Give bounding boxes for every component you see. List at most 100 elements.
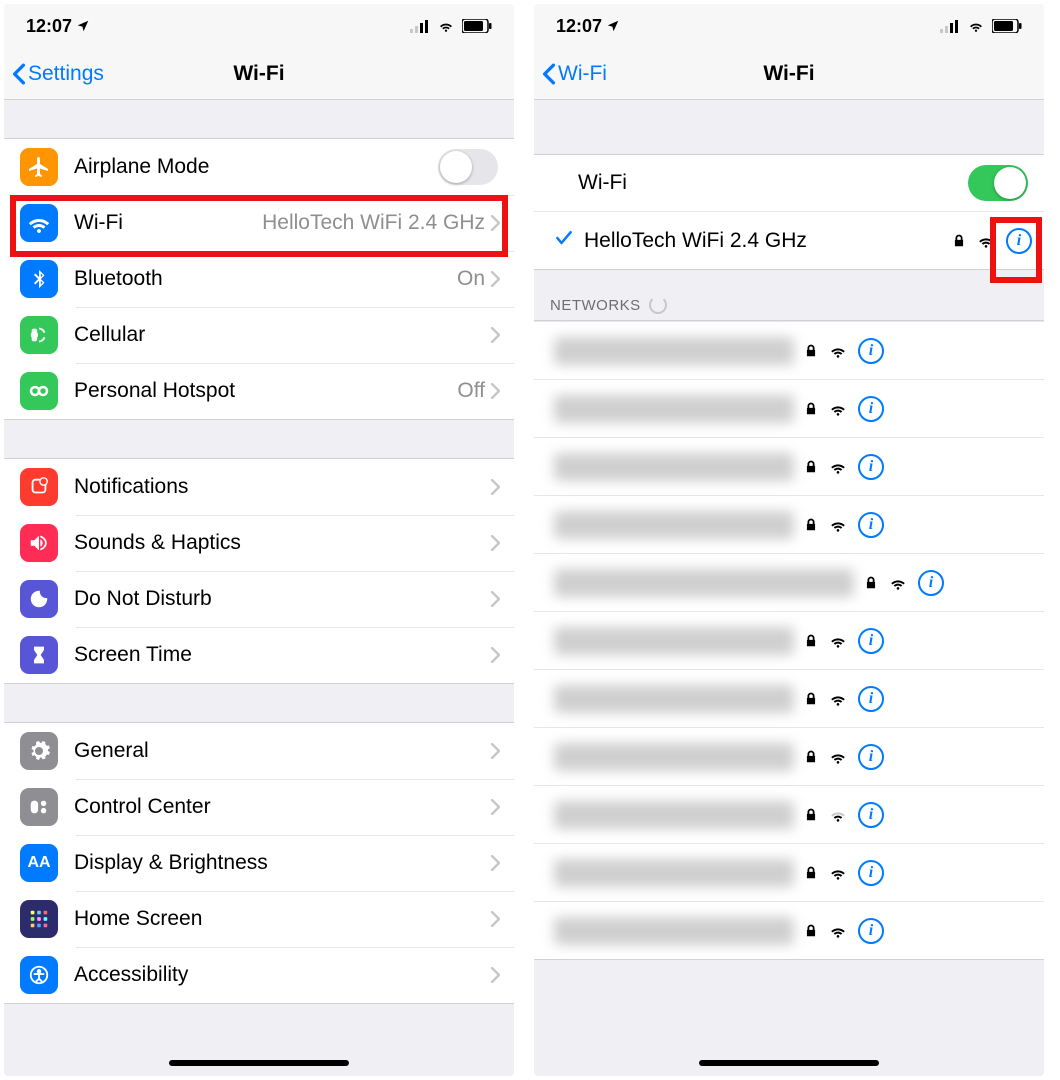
- dnd-row[interactable]: Do Not Disturb: [4, 571, 514, 627]
- lock-icon: [804, 459, 818, 475]
- network-name-blurred: [554, 337, 794, 365]
- grid-icon: [20, 900, 58, 938]
- info-icon[interactable]: i: [858, 918, 884, 944]
- network-row[interactable]: i: [534, 321, 1044, 379]
- chevron-right-icon: [491, 327, 500, 343]
- info-icon[interactable]: i: [858, 860, 884, 886]
- homescreen-row[interactable]: Home Screen: [4, 891, 514, 947]
- home-indicator[interactable]: [699, 1060, 879, 1066]
- row-label: Screen Time: [74, 643, 491, 667]
- network-name-blurred: [554, 511, 794, 539]
- display-row[interactable]: AA Display & Brightness: [4, 835, 514, 891]
- info-icon[interactable]: i: [858, 454, 884, 480]
- chevron-right-icon: [491, 967, 500, 983]
- notifications-icon: [20, 468, 58, 506]
- location-icon: [606, 19, 620, 33]
- network-name-blurred: [554, 685, 794, 713]
- nav-bar: Wi-Fi Wi-Fi: [534, 48, 1044, 100]
- wifi-screen: 12:07 Wi-Fi Wi-Fi Wi-Fi HelloTech WiFi 2…: [534, 4, 1044, 1076]
- network-row[interactable]: i: [534, 553, 1044, 611]
- info-icon[interactable]: i: [858, 802, 884, 828]
- home-indicator[interactable]: [169, 1060, 349, 1066]
- chevron-right-icon: [491, 591, 500, 607]
- bluetooth-row[interactable]: Bluetooth On: [4, 251, 514, 307]
- airplane-icon: [20, 148, 58, 186]
- info-icon[interactable]: i: [858, 396, 884, 422]
- network-row[interactable]: i: [534, 727, 1044, 785]
- airplane-mode-row[interactable]: Airplane Mode: [4, 139, 514, 195]
- wifi-signal-icon: [976, 233, 996, 249]
- sounds-icon: [20, 524, 58, 562]
- wifi-signal-icon: [828, 459, 848, 475]
- network-name-blurred: [554, 859, 794, 887]
- hourglass-icon: [20, 636, 58, 674]
- info-icon[interactable]: i: [1006, 228, 1032, 254]
- gear-icon: [20, 732, 58, 770]
- lock-icon: [952, 233, 966, 249]
- battery-icon: [462, 19, 492, 33]
- network-row[interactable]: i: [534, 901, 1044, 959]
- chevron-right-icon: [491, 535, 500, 551]
- control-center-row[interactable]: Control Center: [4, 779, 514, 835]
- lock-icon: [804, 749, 818, 765]
- row-label: Cellular: [74, 323, 491, 347]
- info-icon[interactable]: i: [858, 512, 884, 538]
- chevron-right-icon: [491, 215, 500, 231]
- network-name-blurred: [554, 395, 794, 423]
- wifi-signal-icon: [828, 343, 848, 359]
- settings-screen: 12:07 Settings Wi-Fi Airplane Mode: [4, 4, 514, 1076]
- screentime-row[interactable]: Screen Time: [4, 627, 514, 683]
- chevron-right-icon: [491, 855, 500, 871]
- info-icon[interactable]: i: [858, 338, 884, 364]
- general-row[interactable]: General: [4, 723, 514, 779]
- chevron-right-icon: [491, 479, 500, 495]
- network-row[interactable]: i: [534, 785, 1044, 843]
- info-icon[interactable]: i: [858, 628, 884, 654]
- wifi-signal-icon: [828, 633, 848, 649]
- chevron-right-icon: [491, 647, 500, 663]
- wifi-icon: [20, 204, 58, 242]
- row-label: Do Not Disturb: [74, 587, 491, 611]
- sounds-row[interactable]: Sounds & Haptics: [4, 515, 514, 571]
- cellular-row[interactable]: Cellular: [4, 307, 514, 363]
- chevron-left-icon: [542, 63, 556, 85]
- back-button[interactable]: Settings: [12, 48, 104, 99]
- wifi-row[interactable]: Wi-Fi HelloTech WiFi 2.4 GHz: [4, 195, 514, 251]
- status-bar: 12:07: [4, 4, 514, 48]
- row-label: Display & Brightness: [74, 851, 491, 875]
- info-icon[interactable]: i: [858, 744, 884, 770]
- network-row[interactable]: i: [534, 611, 1044, 669]
- accessibility-row[interactable]: Accessibility: [4, 947, 514, 1003]
- status-time: 12:07: [556, 16, 602, 37]
- wifi-toggle-row[interactable]: Wi-Fi: [534, 155, 1044, 211]
- row-detail: Off: [457, 379, 485, 403]
- connected-network-row[interactable]: HelloTech WiFi 2.4 GHz i: [534, 211, 1044, 269]
- network-row[interactable]: i: [534, 495, 1044, 553]
- cellular-icon: [940, 19, 960, 33]
- network-row[interactable]: i: [534, 437, 1044, 495]
- info-icon[interactable]: i: [918, 570, 944, 596]
- battery-icon: [992, 19, 1022, 33]
- spinner-icon: [649, 296, 667, 314]
- hotspot-icon: [20, 372, 58, 410]
- back-button[interactable]: Wi-Fi: [542, 48, 607, 99]
- info-icon[interactable]: i: [858, 686, 884, 712]
- nav-bar: Settings Wi-Fi: [4, 48, 514, 100]
- lock-icon: [804, 865, 818, 881]
- hotspot-row[interactable]: Personal Hotspot Off: [4, 363, 514, 419]
- network-row[interactable]: i: [534, 379, 1044, 437]
- lock-icon: [804, 923, 818, 939]
- notifications-row[interactable]: Notifications: [4, 459, 514, 515]
- airplane-toggle[interactable]: [438, 149, 498, 185]
- network-row[interactable]: i: [534, 843, 1044, 901]
- lock-icon: [804, 401, 818, 417]
- row-label: Sounds & Haptics: [74, 531, 491, 555]
- wifi-toggle[interactable]: [968, 165, 1028, 201]
- network-name-blurred: [554, 743, 794, 771]
- alerts-group: Notifications Sounds & Haptics Do Not Di…: [4, 458, 514, 684]
- wifi-status-icon: [966, 19, 986, 33]
- network-row[interactable]: i: [534, 669, 1044, 727]
- row-label: Accessibility: [74, 963, 491, 987]
- lock-icon: [804, 807, 818, 823]
- lock-icon: [864, 575, 878, 591]
